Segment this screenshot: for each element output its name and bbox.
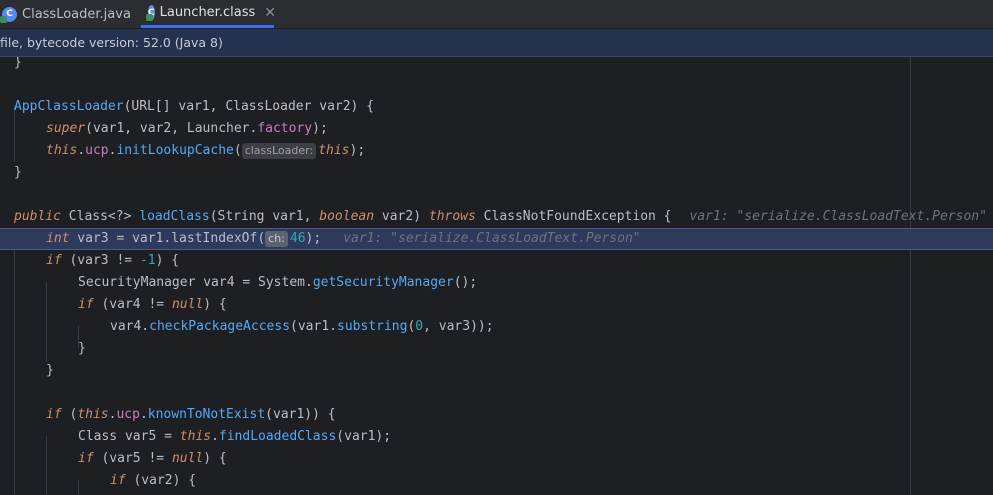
code-text: (var5 != [93, 451, 172, 466]
editor-tab-bar: C ClassLoader.java C Launcher.class ✕ [0, 0, 993, 29]
code-line: super(var1, var2, Launcher.factory); [0, 118, 993, 140]
code-text: if [78, 451, 94, 466]
code-text: (var4 != [93, 297, 172, 312]
code-text: factory [257, 121, 313, 136]
code-text: (var1)) { [265, 407, 336, 422]
code-text: if [46, 407, 62, 422]
code-text: initLookupCache [116, 143, 234, 158]
code-line: if (var2) { [0, 470, 993, 492]
code-text: ); [349, 143, 366, 158]
code-text: null [171, 297, 204, 312]
code-text: -1 [139, 253, 156, 268]
close-icon[interactable]: ✕ [264, 5, 276, 21]
java-class-file-icon: C [0, 6, 17, 23]
code-text: public [14, 209, 61, 224]
debugger-inline-value: var1: "serialize.ClassLoadText.Person" [689, 209, 987, 224]
code-text: (var1); [336, 429, 392, 444]
code-text: super [46, 121, 86, 136]
code-text: ( [233, 143, 242, 158]
code-editor[interactable]: } AppClassLoader(URL[] var1, ClassLoader… [0, 57, 993, 495]
code-text: boolean [319, 209, 375, 224]
code-text: var2) [374, 209, 429, 224]
code-line: this.ucp.initLookupCache(classLoader: thi… [0, 140, 993, 162]
code-text: ); [305, 231, 322, 246]
code-text: Class var5 = [78, 429, 180, 444]
code-text: } [46, 363, 54, 378]
code-text: this [46, 143, 78, 158]
code-text: this [318, 143, 350, 158]
tab-classloader-java[interactable]: C ClassLoader.java [0, 0, 139, 28]
code-text: (var3 != [61, 253, 140, 268]
debugger-inline-value: var1: "serialize.ClassLoadText.Person" [343, 231, 641, 246]
code-text: SecurityManager var4 = System. [78, 275, 313, 290]
code-text: null [171, 451, 204, 466]
code-line: var4.checkPackageAccess(var1.substring(0… [0, 316, 993, 338]
code-line: } [0, 57, 993, 74]
code-text: (String var1, [209, 209, 320, 224]
code-text: (URL[] var1, ClassLoader var2) { [123, 99, 375, 114]
code-text: (var2) { [125, 473, 197, 488]
code-text: } [14, 165, 22, 180]
code-text: } [78, 341, 86, 356]
code-text: . [77, 143, 86, 158]
code-text: (var1, var2, Launcher. [85, 121, 258, 136]
code-line: } [0, 360, 993, 382]
code-text: ucp [85, 143, 109, 158]
code-text: if [46, 253, 62, 268]
code-text: ucp [116, 407, 140, 422]
code-text: ); [312, 121, 328, 136]
code-line: if (this.ucp.knownToNotExist(var1)) { [0, 404, 993, 426]
code-text: AppClassLoader [14, 99, 124, 114]
code-text: substring [337, 319, 408, 334]
code-text: 46 [289, 231, 306, 246]
code-line: } [0, 162, 993, 184]
code-text: Class<?> [60, 209, 140, 224]
code-text: } [14, 57, 22, 70]
code-line: AppClassLoader(URL[] var1, ClassLoader v… [0, 96, 993, 118]
code-text: ) { [203, 451, 227, 466]
code-line: if (var5 != null) { [0, 448, 993, 470]
code-text: (); [453, 275, 478, 290]
code-line: Class var5 = this.findLoadedClass(var1); [0, 426, 993, 448]
code-text: . [211, 429, 219, 444]
code-text: var3 = var1.lastIndexOf( [69, 231, 266, 246]
compiled-class-file-icon: C [146, 5, 155, 21]
code-text: knownToNotExist [147, 407, 266, 422]
tab-label: Launcher.class [159, 5, 256, 20]
code-text: throws [428, 209, 476, 224]
code-text: getSecurityManager [312, 275, 454, 290]
code-text: ) { [155, 253, 180, 268]
code-text: (var1. [290, 319, 337, 334]
code-text: . [139, 407, 148, 422]
code-line: if (var4 != null) { [0, 294, 993, 316]
code-text: this [179, 429, 212, 444]
bytecode-version-text: file, bytecode version: 52.0 (Java 8) [0, 35, 223, 50]
parameter-hint: ch: [265, 230, 288, 247]
code-text: loadClass [139, 209, 210, 224]
parameter-hint: classLoader: [241, 142, 317, 159]
code-line: if (var3 != -1) { [0, 250, 993, 272]
execution-point-line: int var3 = var1.lastIndexOf(ch: 46); var1:… [0, 228, 993, 250]
code-text: int [46, 231, 70, 246]
tab-launcher-class[interactable]: C Launcher.class ✕ [141, 0, 276, 28]
decompiled-file-banner: file, bytecode version: 52.0 (Java 8) [0, 29, 993, 57]
code-text: if [78, 297, 94, 312]
code-text: var4. [110, 319, 150, 334]
code-text: , var3)); [423, 319, 494, 334]
tab-label: ClassLoader.java [22, 6, 131, 22]
code-text: ClassNotFoundException { [475, 209, 672, 224]
code-text: checkPackageAccess [149, 319, 291, 334]
code-text: 0 [415, 319, 424, 334]
code-text: ( [61, 407, 78, 422]
code-line: SecurityManager var4 = System.getSecurit… [0, 272, 993, 294]
code-text: findLoadedClass [218, 429, 337, 444]
code-line: } [0, 338, 993, 360]
code-text: ) { [203, 297, 227, 312]
code-text: if [110, 473, 126, 488]
code-line: public Class<?> loadClass(String var1, b… [0, 206, 993, 228]
code-text: this [77, 407, 109, 422]
